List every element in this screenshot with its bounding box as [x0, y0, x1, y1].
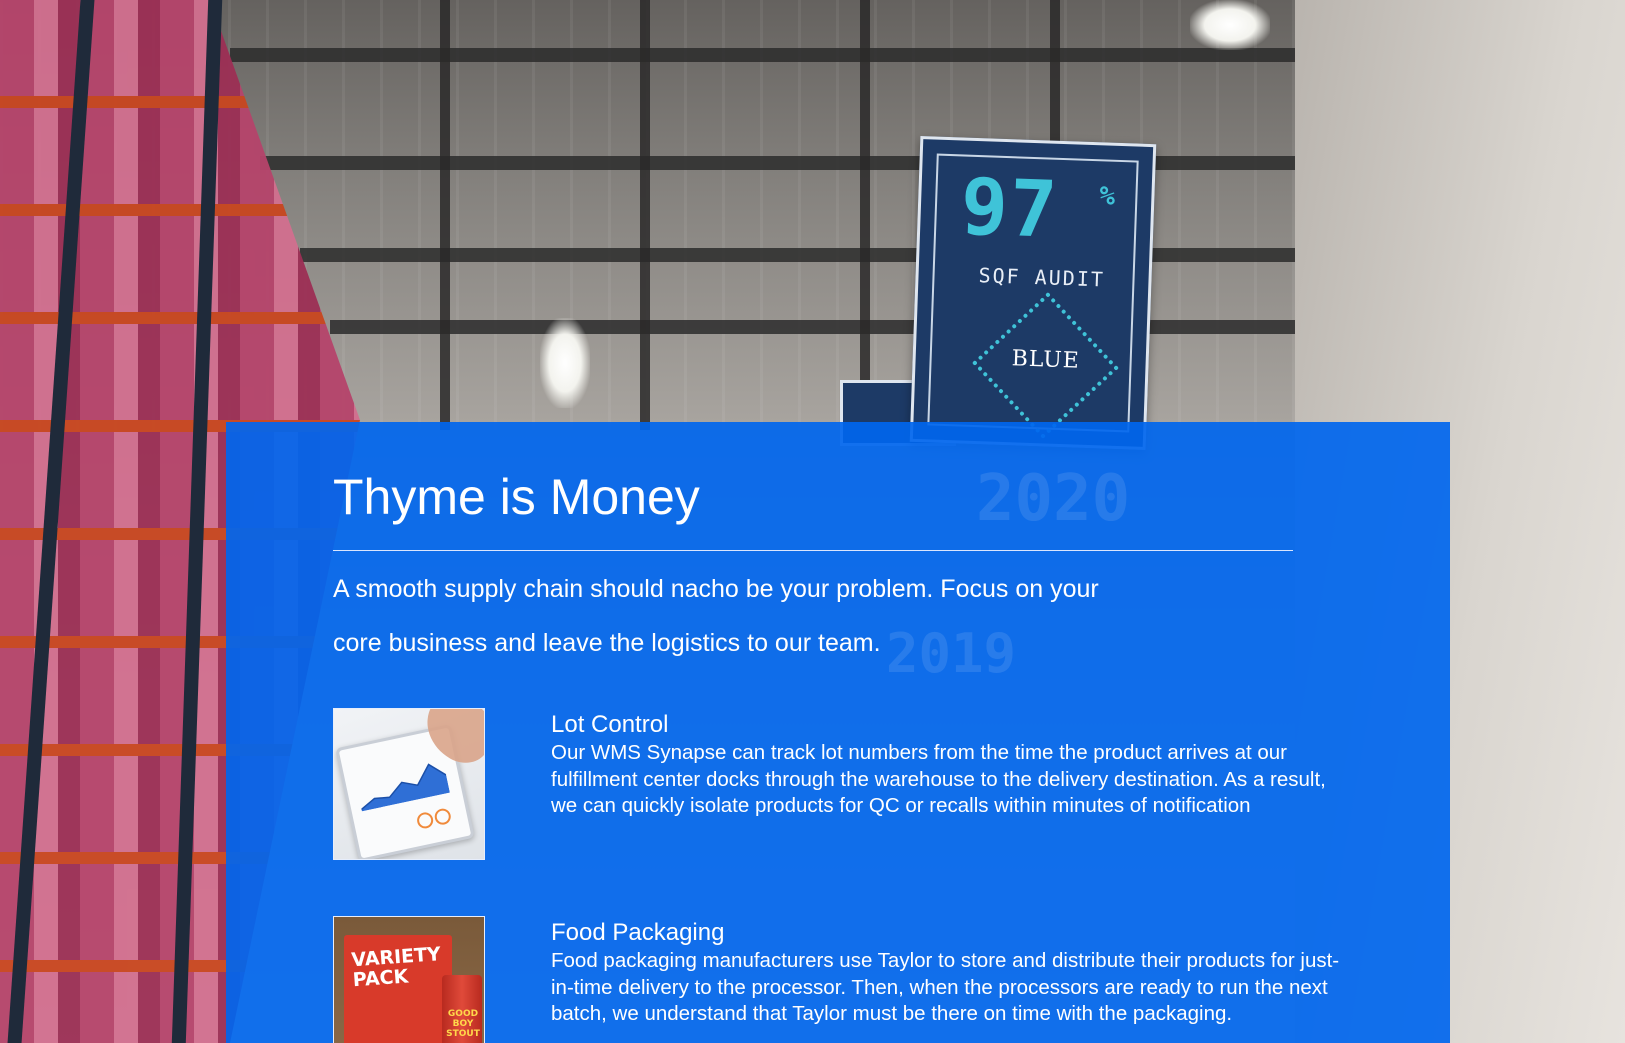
- feature-title: Lot Control: [551, 711, 669, 738]
- intro-text: A smooth supply chain should nacho be yo…: [333, 575, 1099, 657]
- food-packaging-image: VARIETY PACK GOOD BOY STOUT: [333, 916, 485, 1043]
- feature-lot-control: Lot Control Our WMS Synapse can track lo…: [333, 708, 1353, 868]
- feature-food-packaging: VARIETY PACK GOOD BOY STOUT Food Packagi…: [333, 916, 1353, 1043]
- page-title: Thyme is Money: [333, 469, 700, 525]
- hanging-banner: 97 % SQF AUDIT BLUE: [909, 135, 1157, 451]
- banner-unit: %: [1098, 181, 1116, 212]
- can-label: GOOD BOY STOUT: [446, 1009, 480, 1039]
- ceiling-light: [540, 318, 590, 408]
- title-divider: [333, 550, 1293, 551]
- banner-value: 97: [959, 162, 1061, 256]
- gauge-icon: [415, 810, 435, 830]
- lot-control-image: [333, 708, 485, 860]
- banner-logo: BLUE: [1011, 346, 1081, 374]
- banner-caption: SQF AUDIT: [978, 263, 1106, 292]
- feature-text: Lot Control Our WMS Synapse can track lo…: [551, 708, 1351, 820]
- ceiling-light: [1190, 0, 1270, 50]
- feature-title: Food Packaging: [551, 919, 725, 946]
- ceiling-truss: [440, 0, 450, 430]
- ceiling-truss: [640, 0, 650, 430]
- ghost-text: 2020: [976, 462, 1131, 536]
- area-chart-icon: [360, 763, 450, 812]
- feature-description: Food packaging manufacturers use Taylor …: [551, 949, 1340, 1025]
- feature-description: Our WMS Synapse can track lot numbers fr…: [551, 741, 1326, 817]
- page: 97 % SQF AUDIT BLUE 2020 2019 Thyme is M…: [0, 0, 1625, 1043]
- variety-pack-label: VARIETY PACK: [350, 943, 442, 992]
- gauge-icon: [433, 807, 453, 827]
- ceiling-beam: [300, 248, 1340, 262]
- feature-text: Food Packaging Food packaging manufactur…: [551, 916, 1351, 1028]
- ceiling-beam: [330, 320, 1310, 334]
- content-panel: 2020 2019 Thyme is Money A smooth supply…: [226, 422, 1450, 1043]
- ceiling-truss: [860, 0, 870, 430]
